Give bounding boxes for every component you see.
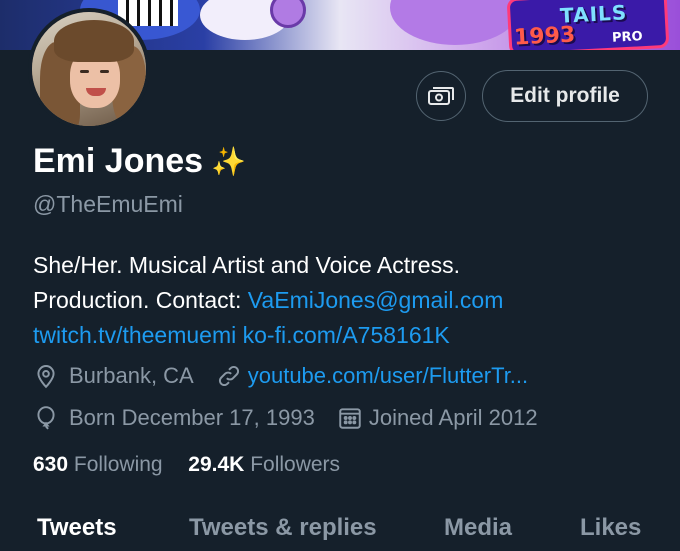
- bio-twitch-link[interactable]: twitch.tv/theemuemi: [33, 322, 236, 348]
- followers-label: Followers: [250, 453, 341, 476]
- banner-logo-year: 1993: [513, 22, 576, 50]
- sparkles-emoji: ✨: [211, 146, 246, 177]
- tab-media[interactable]: Media: [444, 514, 512, 542]
- following-label: Following: [73, 453, 163, 476]
- location-text: Burbank, CA: [69, 363, 194, 388]
- tab-tweets[interactable]: Tweets: [37, 514, 117, 542]
- bio-line: Production. Contact: VaEmiJones@gmail.co…: [33, 283, 633, 318]
- avatar[interactable]: [28, 8, 150, 130]
- tab-likes[interactable]: Likes: [580, 514, 641, 542]
- avatar-hair: [54, 20, 134, 62]
- bio-line: twitch.tv/theemuemi ko-fi.com/A758161K: [33, 318, 633, 353]
- website-link[interactable]: youtube.com/user/FlutterTr...: [248, 363, 528, 389]
- calendar-icon: [339, 408, 361, 429]
- tip-button[interactable]: [416, 71, 466, 121]
- money-icon: [428, 87, 454, 105]
- follow-stats: 630 Following 29.4K Followers: [33, 453, 340, 477]
- bio-line: She/Her. Musical Artist and Voice Actres…: [33, 252, 460, 278]
- bio-kofi-link[interactable]: ko-fi.com/A758161K: [243, 322, 450, 348]
- bio-text: Production. Contact:: [33, 287, 248, 313]
- banner-art-shape: [390, 0, 520, 45]
- avatar-eye: [100, 70, 109, 73]
- followers-count: 29.4K: [188, 453, 245, 476]
- following-stat[interactable]: 630 Following: [33, 453, 163, 476]
- banner-logo-pro: PRO: [611, 29, 643, 46]
- balloon-icon: [37, 406, 55, 430]
- following-count: 630: [33, 453, 69, 476]
- joined-text: Joined April 2012: [368, 405, 538, 430]
- profile-tabs: Tweets Tweets & replies Media Likes: [0, 508, 680, 551]
- display-name: Emi Jones ✨: [33, 142, 246, 181]
- tab-tweets-and-replies[interactable]: Tweets & replies: [189, 514, 377, 542]
- edit-profile-button[interactable]: Edit profile: [482, 70, 648, 122]
- profile-meta-row: Burbank, CA youtube.com/user/FlutterTr..…: [33, 363, 528, 389]
- followers-stat[interactable]: 29.4K Followers: [188, 453, 340, 476]
- profile-meta-row: Born December 17, 1993 Joined April 2012: [33, 405, 538, 431]
- user-handle: @TheEmuEmi: [33, 191, 183, 217]
- bio-email-link[interactable]: VaEmiJones@gmail.com: [248, 287, 504, 313]
- display-name-text: Emi Jones: [33, 142, 204, 180]
- avatar-eye: [80, 70, 89, 73]
- birthday-text: Born December 17, 1993: [69, 405, 315, 430]
- location-pin-icon: [37, 365, 55, 389]
- profile-page: TAILS 1993 PRO Edit profile Emi Jones ✨ …: [0, 0, 680, 551]
- link-icon: [218, 365, 239, 387]
- profile-bio: She/Her. Musical Artist and Voice Actres…: [33, 248, 633, 353]
